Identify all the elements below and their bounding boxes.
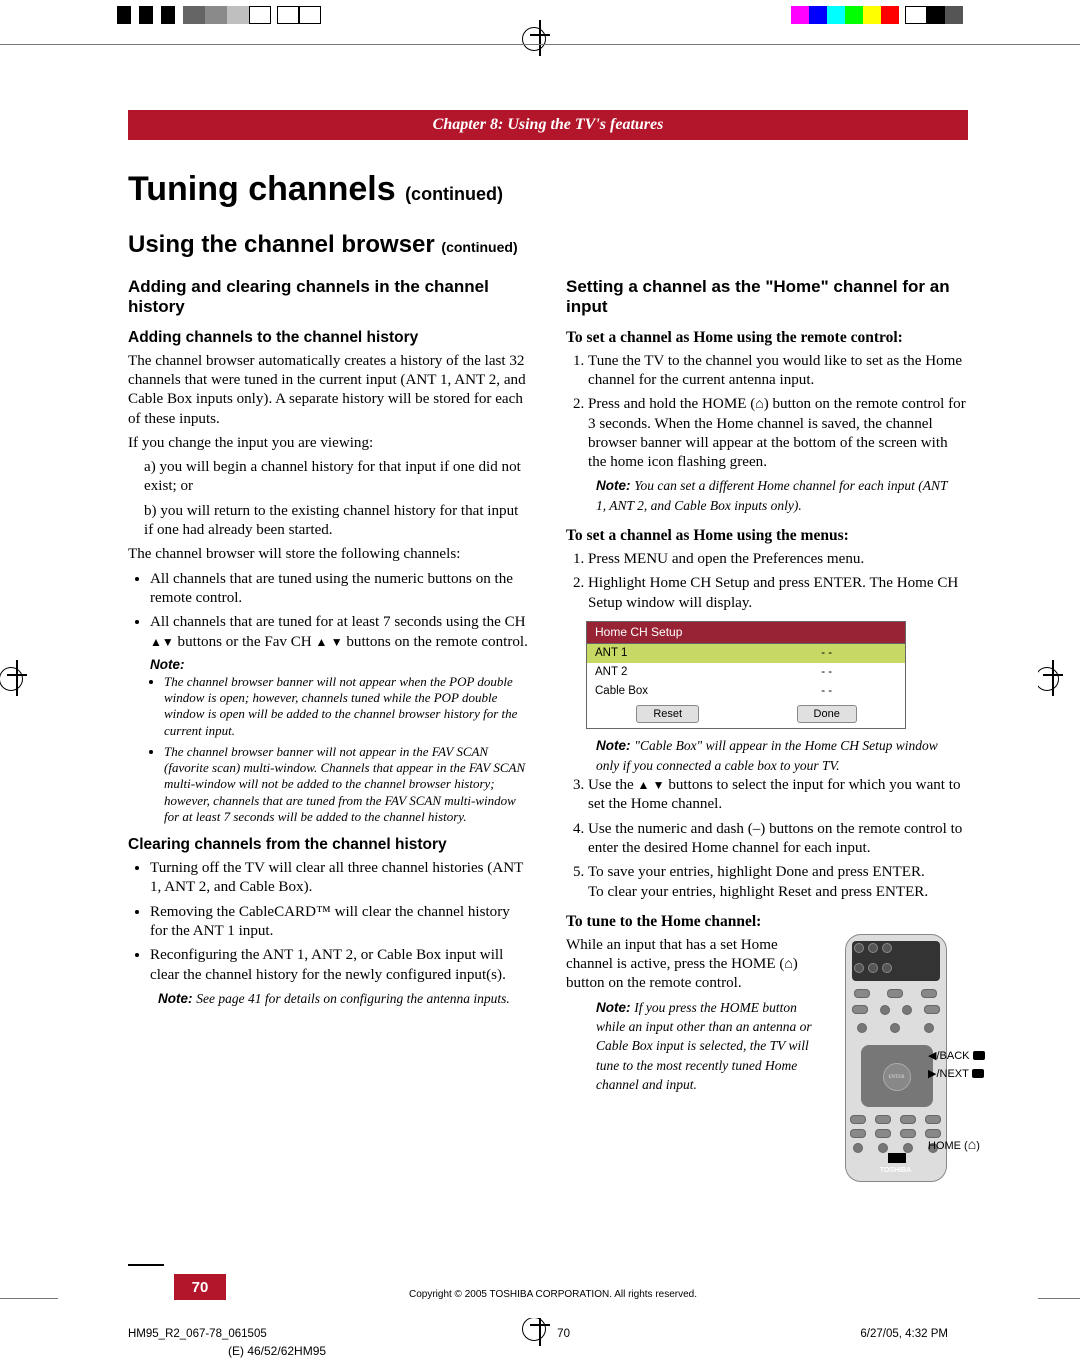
- home-ch-setup-window: Home CH Setup ANT 1 - - ANT 2 - - Cable …: [586, 621, 906, 730]
- page-title-text: Tuning channels: [128, 170, 396, 208]
- step: Press and hold the HOME (⌂) button on th…: [588, 395, 968, 472]
- home-icon: ⌂: [784, 958, 792, 972]
- page-title: Tuning channels (continued): [128, 170, 968, 209]
- registration-mark-right: [1048, 660, 1058, 696]
- heading-tune-home: To tune to the Home channel:: [566, 912, 968, 932]
- sublist-item-a: a) you will begin a channel history for …: [144, 458, 530, 497]
- paragraph: The channel browser automatically create…: [128, 352, 530, 429]
- list-item: All channels that are tuned using the nu…: [150, 570, 530, 609]
- note-text: See page 41 for details on configuring t…: [196, 991, 509, 1006]
- bleed-model: (E) 46/52/62HM95: [228, 1344, 326, 1358]
- note-bullet: The channel browser banner will not appe…: [164, 674, 530, 739]
- note-label: Note:: [158, 991, 193, 1006]
- setup-button-row: Reset Done: [587, 700, 905, 728]
- heading-home-menus: To set a channel as Home using the menus…: [566, 526, 968, 546]
- registration-mark-left: [12, 660, 22, 696]
- reset-button[interactable]: Reset: [636, 705, 699, 723]
- setup-row-label: ANT 2: [587, 663, 748, 682]
- tv-guide-icon: [888, 1153, 906, 1163]
- up-down-arrow-icon: ▲▼: [150, 635, 174, 649]
- list-item: All channels that are tuned for at least…: [150, 613, 530, 652]
- footer-rule-icon: [128, 1264, 164, 1286]
- sublist-item-b: b) you will return to the existing chann…: [144, 502, 530, 541]
- bleed-timestamp: 6/27/05, 4:32 PM: [860, 1328, 948, 1340]
- right-column: Setting a channel as the "Home" channel …: [566, 269, 968, 1182]
- step: Use the ▲ ▼ buttons to select the input …: [588, 776, 968, 815]
- step: Tune the TV to the channel you would lik…: [588, 352, 968, 391]
- note-label: Note:: [596, 478, 631, 493]
- heading-setting-home: Setting a channel as the "Home" channel …: [566, 277, 968, 318]
- remote-illustration-area: ENTER TOSHIBA ◀/BACK ▶/NEXT HOME (⌂): [823, 934, 968, 1182]
- home-icon: ⌂: [968, 1137, 976, 1151]
- heading-adding: Adding channels to the channel history: [128, 328, 530, 348]
- registration-mark-top: [535, 20, 545, 56]
- section-heading: Using the channel browser (continued): [128, 231, 968, 259]
- note-label: Note:: [596, 1000, 631, 1015]
- step: Highlight Home CH Setup and press ENTER.…: [588, 574, 968, 613]
- step: To save your entries, highlight Done and…: [588, 863, 968, 902]
- section-heading-continued: (continued): [441, 239, 517, 255]
- setup-row-value: - -: [748, 663, 905, 682]
- up-down-arrow-icon: ▲ ▼: [637, 778, 664, 792]
- cb-back-icon: [973, 1051, 985, 1060]
- note-label: Note:: [150, 657, 185, 672]
- section-heading-text: Using the channel browser: [128, 231, 435, 258]
- bleed-info: HM95_R2_067-78_061505 70 6/27/05, 4:32 P…: [128, 1328, 948, 1340]
- setup-row-value: - -: [748, 644, 905, 663]
- callout-next: ▶/NEXT: [928, 1067, 984, 1081]
- paragraph: The channel browser will store the follo…: [128, 545, 530, 564]
- heading-adding-clearing: Adding and clearing channels in the chan…: [128, 277, 530, 318]
- toshiba-logo: TOSHIBA: [846, 1167, 946, 1176]
- heading-home-remote: To set a channel as Home using the remot…: [566, 328, 968, 348]
- setup-row-label: ANT 1: [587, 644, 748, 663]
- note-bullet: The channel browser banner will not appe…: [164, 744, 530, 825]
- table-row: Cable Box - -: [587, 682, 905, 701]
- home-icon: ⌂: [755, 398, 763, 412]
- list-item: Turning off the TV will clear all three …: [150, 859, 530, 898]
- note-text: "Cable Box" will appear in the Home CH S…: [596, 738, 938, 772]
- table-row: ANT 1 - -: [587, 644, 905, 663]
- done-button[interactable]: Done: [797, 705, 857, 723]
- note-text: You can set a different Home channel for…: [596, 478, 947, 512]
- heading-clearing: Clearing channels from the channel histo…: [128, 835, 530, 855]
- page-number: 70: [174, 1274, 226, 1300]
- crop-line-top: [0, 44, 1080, 45]
- setup-row-value: - -: [748, 682, 905, 701]
- page-footer: 70 Copyright © 2005 TOSHIBA CORPORATION.…: [128, 1274, 968, 1300]
- bleed-page: 70: [557, 1328, 570, 1340]
- copyright-text: Copyright © 2005 TOSHIBA CORPORATION. Al…: [226, 1289, 880, 1300]
- note-label: Note:: [596, 738, 631, 753]
- setup-row-label: Cable Box: [587, 682, 748, 701]
- paragraph: If you change the input you are viewing:: [128, 434, 530, 453]
- page-title-continued: (continued): [405, 184, 503, 204]
- step: Press MENU and open the Preferences menu…: [588, 550, 968, 569]
- table-row: ANT 2 - -: [587, 663, 905, 682]
- list-item: Reconfiguring the ANT 1, ANT 2, or Cable…: [150, 946, 530, 985]
- home-ch-setup-title: Home CH Setup: [587, 622, 905, 644]
- callout-back: ◀/BACK: [928, 1049, 985, 1063]
- cb-next-icon: [972, 1069, 984, 1078]
- up-down-arrow-icon: ▲ ▼: [315, 635, 342, 649]
- bleed-filename: HM95_R2_067-78_061505: [128, 1328, 267, 1340]
- callout-home: HOME (⌂): [928, 1137, 980, 1153]
- list-item: Removing the CableCARD™ will clear the c…: [150, 903, 530, 942]
- step: Use the numeric and dash (–) buttons on …: [588, 820, 968, 859]
- left-column: Adding and clearing channels in the chan…: [128, 269, 530, 1182]
- page-content: Chapter 8: Using the TV's features Tunin…: [58, 60, 1038, 1318]
- chapter-header: Chapter 8: Using the TV's features: [128, 110, 968, 140]
